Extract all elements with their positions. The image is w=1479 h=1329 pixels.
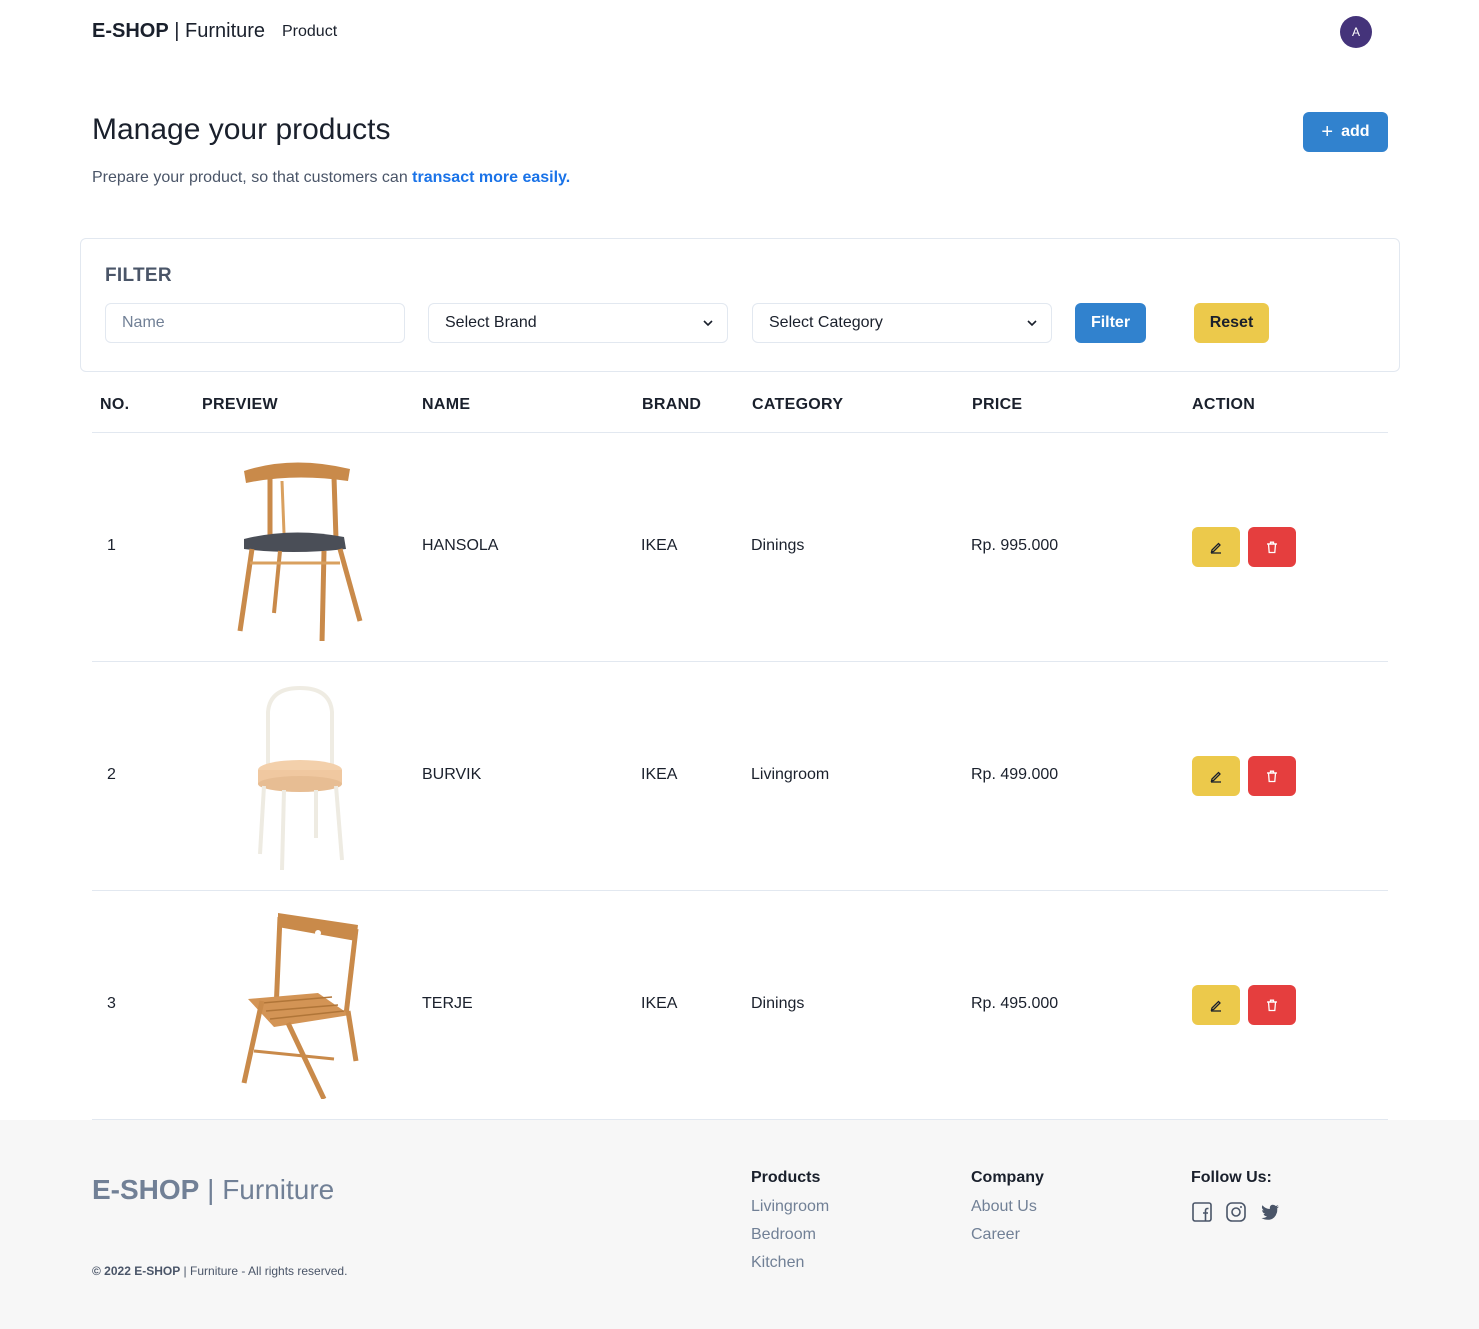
row-category: Dinings (751, 995, 805, 1012)
instagram-icon[interactable] (1225, 1201, 1247, 1223)
filter-button[interactable]: Filter (1075, 303, 1146, 343)
row-name: TERJE (422, 995, 473, 1012)
footer-follow-title: Follow Us: (1191, 1169, 1272, 1186)
footer-products: Products Livingroom Bedroom Kitchen (751, 1169, 829, 1277)
row-category: Livingroom (751, 766, 830, 783)
copyright-prefix: © 2022 E-SHOP (92, 1264, 181, 1278)
footer-link-kitchen[interactable]: Kitchen (751, 1249, 829, 1277)
row-brand: IKEA (641, 766, 678, 783)
footer-link-career[interactable]: Career (971, 1221, 1044, 1249)
nav-link-product[interactable]: Product (282, 23, 337, 41)
add-product-button[interactable]: + add (1303, 112, 1388, 152)
reset-button[interactable]: Reset (1194, 303, 1269, 343)
brand-select[interactable]: Select Brand (428, 303, 728, 343)
filter-panel: FILTER Select Brand Select Category Filt… (80, 238, 1400, 372)
footer: E-SHOP | Furniture © 2022 E-SHOP | Furni… (0, 1120, 1479, 1329)
row-price: Rp. 499.000 (971, 766, 1059, 783)
trash-icon (1267, 770, 1277, 783)
edit-button[interactable] (1192, 756, 1240, 796)
header-preview: PREVIEW (202, 396, 278, 413)
footer-brand-bold: E-SHOP (92, 1174, 200, 1205)
footer-company-title: Company (971, 1169, 1044, 1186)
product-image-burvik (258, 685, 344, 870)
pencil-icon (1210, 1000, 1221, 1012)
pencil-icon (1210, 771, 1221, 783)
chevron-down-icon (1027, 320, 1037, 327)
trash-icon (1267, 999, 1277, 1012)
social-links (1191, 1201, 1281, 1223)
row-no: 1 (107, 537, 116, 554)
page-title: Manage your products (92, 113, 391, 146)
filter-title: FILTER (105, 265, 172, 286)
delete-button[interactable] (1248, 985, 1296, 1025)
table-row: 2 BURVIK IKEA Livingroom Rp. 499.000 (92, 662, 1388, 891)
row-no: 3 (107, 995, 116, 1012)
products-table: NO. PREVIEW NAME BRAND CATEGORY PRICE AC… (92, 372, 1388, 1120)
product-image-terje (241, 913, 359, 1099)
brand-select-value: Select Brand (445, 314, 537, 331)
row-brand: IKEA (641, 537, 678, 554)
row-no: 2 (107, 766, 116, 783)
subtitle-link[interactable]: transact more easily. (412, 169, 570, 186)
copyright-rest: Furniture - All rights reserved. (190, 1264, 348, 1278)
subtitle-text: Prepare your product, so that customers … (92, 169, 408, 186)
header-action: ACTION (1192, 396, 1256, 413)
pencil-icon (1210, 542, 1221, 554)
footer-follow: Follow Us: (1191, 1169, 1281, 1223)
footer-link-bedroom[interactable]: Bedroom (751, 1221, 829, 1249)
plus-icon: + (1321, 121, 1334, 143)
edit-button[interactable] (1192, 985, 1240, 1025)
header-price: PRICE (972, 396, 1023, 413)
row-price: Rp. 995.000 (971, 537, 1059, 554)
twitter-icon[interactable] (1259, 1201, 1281, 1223)
footer-products-title: Products (751, 1169, 821, 1186)
header-brand: BRAND (642, 396, 702, 413)
brand-logo[interactable]: E-SHOP | Furniture (92, 20, 265, 43)
chevron-down-icon (703, 320, 713, 327)
table-header: NO. PREVIEW NAME BRAND CATEGORY PRICE AC… (92, 372, 1388, 433)
row-category: Dinings (751, 537, 805, 554)
row-price: Rp. 495.000 (971, 995, 1059, 1012)
header-name: NAME (422, 396, 471, 413)
row-brand: IKEA (641, 995, 678, 1012)
category-select[interactable]: Select Category (752, 303, 1052, 343)
brand-rest: Furniture (185, 20, 266, 42)
table-row: 1 HANSOLA IKEA Dinings Rp. 995.000 (92, 433, 1388, 662)
name-input[interactable] (105, 303, 405, 343)
footer-company: Company About Us Career (971, 1169, 1044, 1249)
delete-button[interactable] (1248, 756, 1296, 796)
brand-bold: E-SHOP (92, 20, 169, 42)
row-name: HANSOLA (422, 537, 499, 554)
avatar[interactable]: A (1340, 16, 1372, 48)
footer-link-about[interactable]: About Us (971, 1193, 1044, 1221)
add-label: add (1341, 123, 1370, 140)
category-select-value: Select Category (769, 314, 883, 331)
footer-brand: E-SHOP | Furniture (92, 1174, 335, 1205)
table-row: 3 TERJE IKEA Dinings Rp. 495.000 (92, 891, 1388, 1120)
facebook-icon[interactable] (1191, 1201, 1213, 1223)
footer-brand-rest: Furniture (222, 1174, 335, 1205)
footer-link-livingroom[interactable]: Livingroom (751, 1193, 829, 1221)
header-category: CATEGORY (752, 396, 844, 413)
header-no: NO. (100, 396, 130, 413)
edit-button[interactable] (1192, 527, 1240, 567)
row-name: BURVIK (422, 766, 482, 783)
page-subtitle: Prepare your product, so that customers … (92, 169, 570, 187)
navbar: E-SHOP | Furniture Product A (0, 0, 1479, 64)
delete-button[interactable] (1248, 527, 1296, 567)
product-image-hansola (237, 462, 363, 641)
trash-icon (1267, 541, 1277, 554)
copyright: © 2022 E-SHOP | Furniture - All rights r… (92, 1264, 348, 1278)
